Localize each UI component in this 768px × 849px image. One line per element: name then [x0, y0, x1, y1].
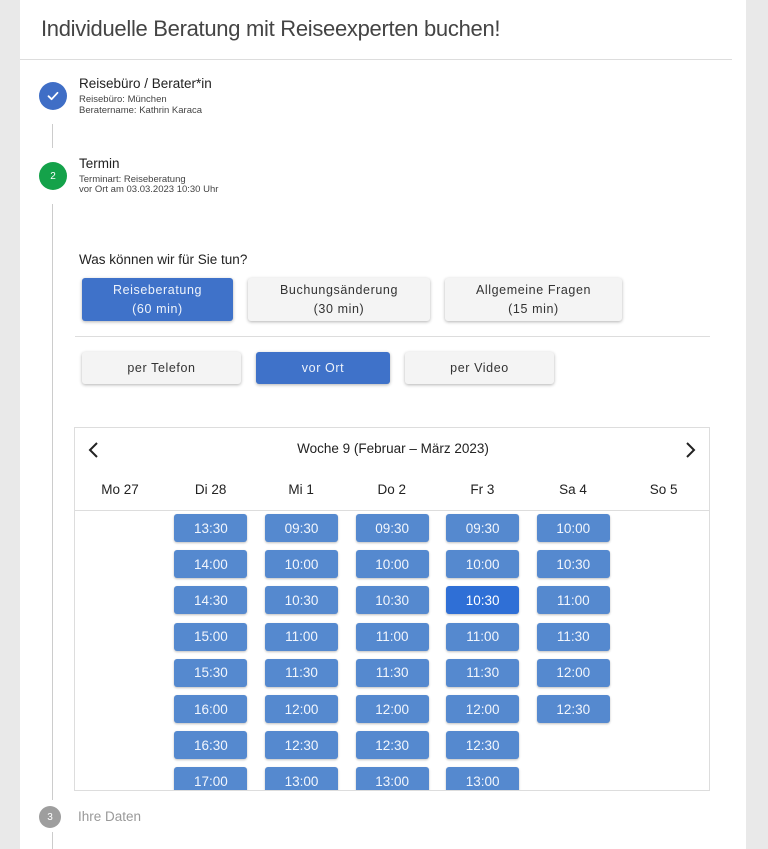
service-name: Reiseberatung: [112, 282, 203, 297]
mode-vor-ort-button[interactable]: vor Ort: [256, 352, 390, 384]
week-label: Woche 9 (Februar – März 2023): [297, 441, 489, 456]
time-slot-button[interactable]: 13:30: [174, 514, 248, 542]
step-1-title[interactable]: Reisebüro / Berater*in: [79, 76, 212, 91]
time-slot-button[interactable]: 11:30: [265, 658, 338, 687]
day-header: Di 28: [194, 482, 227, 497]
time-slot-button[interactable]: 11:30: [355, 658, 429, 687]
title-divider: [20, 59, 732, 60]
day-header: Sa 4: [559, 482, 587, 497]
step-1-advisor: Beratername: Kathrin Karaca: [79, 105, 203, 116]
service-buchungsaenderung-button[interactable]: Buchungsänderung (30 min): [248, 278, 430, 321]
service-allgemeine-fragen-button[interactable]: Allgemeine Fragen (15 min): [445, 278, 622, 321]
step-connector: [52, 124, 53, 148]
step-2-title: Termin: [79, 156, 120, 171]
checkmark-icon: [47, 91, 59, 101]
time-slot-button[interactable]: 09:30: [265, 514, 338, 542]
time-slot-button[interactable]: 10:00: [536, 514, 610, 542]
day-header: Mi 1: [288, 482, 314, 497]
service-duration: (30 min): [313, 301, 365, 316]
time-slot-button[interactable]: 13:00: [355, 767, 429, 790]
time-slot-button[interactable]: 12:30: [536, 695, 610, 723]
time-slot-button[interactable]: 12:30: [446, 731, 520, 760]
time-slot-button[interactable]: 11:00: [446, 622, 520, 651]
step-connector: [52, 204, 53, 800]
time-slot-button[interactable]: 15:00: [174, 622, 248, 651]
time-slot-button[interactable]: 13:00: [265, 767, 338, 790]
service-duration: (15 min): [508, 301, 559, 316]
time-slot-button[interactable]: 14:30: [174, 586, 248, 615]
time-slot-button[interactable]: 12:30: [265, 731, 338, 760]
next-week-button[interactable]: [680, 440, 700, 460]
time-slot-button[interactable]: 10:00: [355, 550, 429, 579]
step-connector: [52, 832, 53, 849]
day-header: So 5: [649, 482, 678, 497]
service-name: Buchungsänderung: [279, 282, 399, 297]
service-duration: (60 min): [132, 301, 183, 316]
time-slot-button[interactable]: 13:00: [446, 767, 520, 790]
chevron-right-icon: [686, 442, 696, 458]
time-slot-button[interactable]: 14:00: [174, 550, 248, 579]
time-slot-button[interactable]: 16:00: [174, 695, 248, 723]
step-3-number: 3: [39, 806, 61, 828]
page-title: Individuelle Beratung mit Reiseexperten …: [41, 16, 501, 41]
step-1-done-indicator[interactable]: [39, 82, 67, 110]
time-slot-button[interactable]: 12:00: [536, 658, 610, 687]
time-slot-button[interactable]: 09:30: [355, 514, 429, 542]
day-header: Fr 3: [470, 482, 495, 497]
time-slot-button[interactable]: 17:00: [174, 767, 248, 790]
step-2-datetime: vor Ort am 03.03.2023 10:30 Uhr: [79, 184, 219, 195]
step-3-title: Ihre Daten: [78, 809, 142, 824]
time-slot-button[interactable]: 10:30: [446, 586, 520, 615]
section-divider: [75, 336, 710, 337]
time-slot-button[interactable]: 16:30: [174, 731, 248, 760]
calendar-header-divider: [75, 510, 709, 511]
day-header: Mo 27: [101, 482, 139, 497]
time-slot-button[interactable]: 15:30: [174, 658, 248, 687]
booking-card: Individuelle Beratung mit Reiseexperten …: [20, 0, 746, 849]
service-question: Was können wir für Sie tun?: [79, 252, 248, 267]
time-slot-button[interactable]: 10:00: [446, 550, 520, 579]
time-slot-button[interactable]: 10:30: [536, 550, 610, 579]
time-slot-button[interactable]: 12:30: [355, 731, 429, 760]
time-slot-button[interactable]: 09:30: [446, 514, 520, 542]
step-1-agency: Reisebüro: München: [79, 94, 167, 105]
time-slot-button[interactable]: 11:30: [536, 622, 610, 651]
time-slot-button[interactable]: 11:30: [446, 658, 520, 687]
day-header: Do 2: [377, 482, 407, 497]
time-slot-button[interactable]: 10:00: [265, 550, 338, 579]
week-calendar: Woche 9 (Februar – März 2023) Mo 27 Di 28…: [74, 427, 710, 791]
time-slot-button[interactable]: 11:00: [355, 622, 429, 651]
service-reiseberatung-button[interactable]: Reiseberatung (60 min): [82, 278, 233, 321]
step-2-number: 2: [39, 162, 67, 190]
service-name: Allgemeine Fragen: [475, 282, 592, 297]
time-slot-button[interactable]: 10:30: [355, 586, 429, 615]
time-slot-button[interactable]: 11:00: [536, 586, 610, 615]
time-slot-button[interactable]: 10:30: [265, 586, 338, 615]
time-slot-button[interactable]: 12:00: [265, 695, 338, 723]
mode-video-button[interactable]: per Video: [405, 352, 554, 384]
time-slot-button[interactable]: 11:00: [265, 622, 338, 651]
time-slot-button[interactable]: 12:00: [446, 695, 520, 723]
time-slot-button[interactable]: 12:00: [355, 695, 429, 723]
mode-telefon-button[interactable]: per Telefon: [82, 352, 241, 384]
